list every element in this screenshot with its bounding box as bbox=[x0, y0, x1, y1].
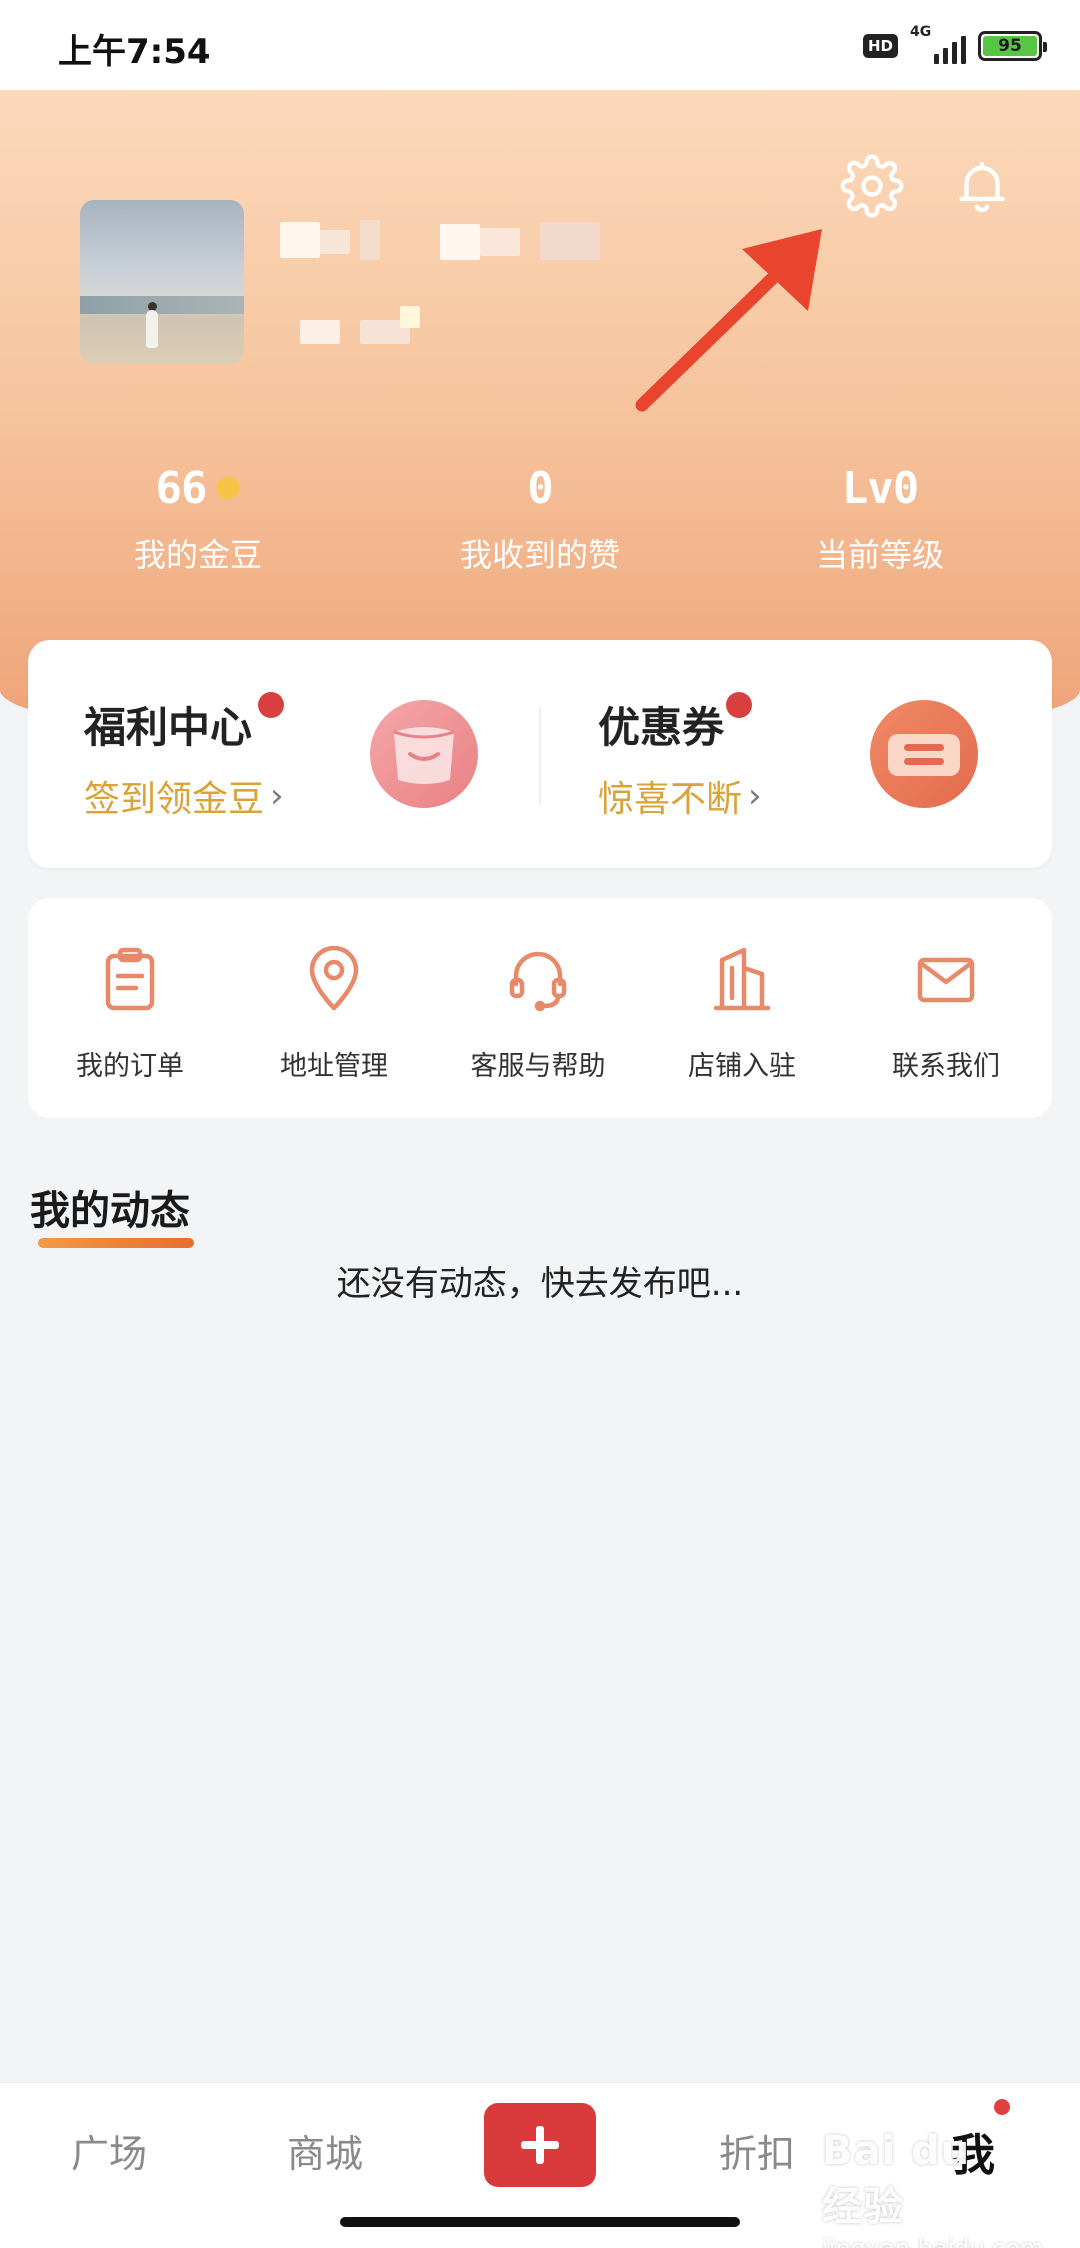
bell-icon bbox=[959, 161, 1005, 213]
nav-discount[interactable]: 折扣 bbox=[692, 2123, 822, 2178]
welfare-center-entry[interactable]: 福利中心 签到领金豆 › bbox=[28, 640, 540, 868]
stat-level[interactable]: Lv0 当前等级 bbox=[730, 460, 1030, 576]
service-label: 我的订单 bbox=[76, 1051, 184, 1082]
chevron-right-icon: › bbox=[748, 776, 762, 816]
building-icon bbox=[713, 947, 771, 1011]
coin-icon bbox=[212, 472, 245, 504]
plus-icon bbox=[521, 2126, 559, 2164]
welfare-center-subtitle: 签到领金豆 › bbox=[84, 770, 284, 822]
status-indicators: HD 4G 95 bbox=[862, 24, 1047, 66]
notification-button[interactable] bbox=[946, 150, 1018, 222]
title-underline bbox=[38, 1238, 194, 1248]
welfare-card: 福利中心 签到领金豆 › 优惠券 惊喜不断 › bbox=[28, 640, 1052, 868]
checkin-label: 签到领金豆 bbox=[84, 779, 265, 820]
mail-icon bbox=[917, 957, 975, 1003]
level-label: 当前等级 bbox=[815, 536, 944, 574]
nav-square[interactable]: 广场 bbox=[44, 2123, 174, 2178]
coupon-red-dot bbox=[726, 692, 752, 718]
battery-icon: 95 bbox=[978, 31, 1047, 61]
empty-activity-text: 还没有动态，快去发布吧... bbox=[336, 1264, 744, 1304]
nav-mall[interactable]: 商城 bbox=[260, 2123, 390, 2178]
location-pin-icon bbox=[309, 946, 359, 1011]
gear-icon bbox=[840, 154, 904, 218]
watermark-url: jingyan.baidu.com bbox=[822, 2234, 1044, 2248]
publish-button[interactable] bbox=[484, 2103, 596, 2187]
annotation-arrow bbox=[635, 229, 822, 412]
hd-badge: HD bbox=[862, 34, 898, 58]
network-type: 4G bbox=[910, 24, 932, 40]
stat-gold-beans[interactable]: 66 我的金豆 bbox=[48, 460, 348, 576]
likes-value: 0 bbox=[527, 462, 554, 514]
service-customer-help[interactable]: 客服与帮助 bbox=[436, 898, 640, 1118]
service-label: 地址管理 bbox=[280, 1051, 388, 1082]
service-my-orders[interactable]: 我的订单 bbox=[28, 898, 232, 1118]
services-card: 我的订单 地址管理 客服与帮助 店铺入驻 联系我们 bbox=[28, 898, 1052, 1118]
gold-beans-label: 我的金豆 bbox=[133, 536, 262, 574]
service-address[interactable]: 地址管理 bbox=[232, 898, 436, 1118]
headset-icon bbox=[509, 951, 567, 1012]
service-store-join[interactable]: 店铺入驻 bbox=[640, 898, 844, 1118]
surprise-label: 惊喜不断 bbox=[598, 779, 743, 820]
clipboard-icon bbox=[105, 947, 155, 1011]
chevron-right-icon: › bbox=[270, 776, 284, 816]
stat-likes[interactable]: 0 我收到的赞 bbox=[390, 460, 690, 576]
baidu-watermark: Bai du 经验 jingyan.baidu.com bbox=[822, 2128, 1043, 2248]
coupon-title: 优惠券 bbox=[598, 703, 725, 752]
coupon-entry[interactable]: 优惠券 惊喜不断 › bbox=[540, 640, 1052, 868]
nav-me-red-dot bbox=[994, 2099, 1010, 2115]
gift-bag-icon bbox=[370, 700, 478, 808]
likes-label: 我收到的赞 bbox=[459, 536, 620, 574]
settings-button[interactable] bbox=[836, 150, 908, 222]
home-indicator[interactable] bbox=[340, 2217, 740, 2227]
watermark-logo: Bai du 经验 bbox=[822, 2128, 971, 2230]
service-label: 联系我们 bbox=[892, 1051, 1000, 1082]
coupon-icon bbox=[870, 700, 978, 808]
status-bar: 上午7:54 HD 4G 95 bbox=[0, 0, 1080, 90]
my-activity-title: 我的动态 bbox=[30, 1188, 190, 1234]
welfare-center-title: 福利中心 bbox=[84, 703, 253, 752]
service-contact-us[interactable]: 联系我们 bbox=[844, 898, 1048, 1118]
coupon-subtitle: 惊喜不断 › bbox=[598, 770, 762, 822]
avatar[interactable] bbox=[80, 200, 244, 364]
status-time: 上午7:54 bbox=[58, 32, 211, 72]
level-value: Lv0 bbox=[841, 462, 919, 514]
gold-beans-value: 66 bbox=[155, 462, 208, 514]
service-label: 客服与帮助 bbox=[470, 1051, 606, 1082]
battery-level: 95 bbox=[983, 36, 1037, 56]
service-label: 店铺入驻 bbox=[688, 1051, 796, 1082]
welfare-red-dot bbox=[258, 692, 284, 718]
signal-icon: 4G bbox=[910, 24, 966, 64]
